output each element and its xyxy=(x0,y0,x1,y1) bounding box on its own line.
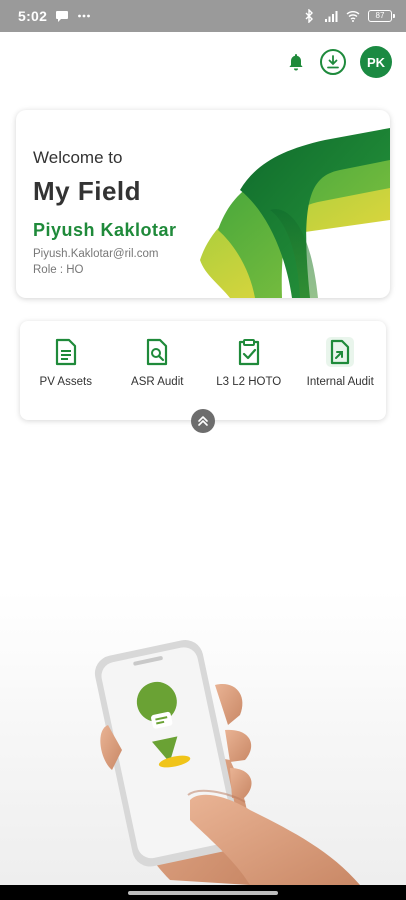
quick-actions-card: PV Assets ASR Audit L3 L2 HOTO Internal … xyxy=(20,321,386,420)
action-label: Internal Audit xyxy=(306,376,374,388)
action-pv-assets[interactable]: PV Assets xyxy=(20,321,112,420)
app-name: My Field xyxy=(33,176,142,206)
action-asr-audit[interactable]: ASR Audit xyxy=(112,321,204,420)
status-bar: 5:02 87 xyxy=(0,0,406,32)
collapse-button[interactable] xyxy=(191,409,215,433)
user-role: Role : HO xyxy=(33,264,84,276)
signal-icon xyxy=(325,11,338,22)
search-document-icon xyxy=(147,338,168,366)
welcome-card: Welcome to My Field Piyush Kaklotar Piyu… xyxy=(16,110,390,298)
download-button[interactable] xyxy=(320,49,346,75)
action-l3-l2-hoto[interactable]: L3 L2 HOTO xyxy=(203,321,295,420)
home-gesture-bar[interactable] xyxy=(128,890,278,895)
action-label: L3 L2 HOTO xyxy=(216,376,282,388)
document-icon xyxy=(55,338,76,366)
document-arrow-icon xyxy=(331,339,350,365)
avatar[interactable]: PK xyxy=(360,46,392,78)
wifi-icon xyxy=(346,11,360,22)
user-email: Piyush.Kaklotar@ril.com xyxy=(33,248,159,260)
user-name: Piyush Kaklotar xyxy=(33,220,177,240)
download-icon xyxy=(327,55,339,69)
bluetooth-icon xyxy=(305,9,313,23)
status-time: 5:02 xyxy=(18,8,48,24)
system-nav-bar xyxy=(0,885,406,900)
more-notifications-icon xyxy=(78,14,91,18)
welcome-greeting: Welcome to xyxy=(33,148,123,167)
brand-ribbon-graphic xyxy=(200,128,390,298)
action-internal-audit[interactable]: Internal Audit xyxy=(295,321,387,420)
notification-bell-icon[interactable] xyxy=(286,52,306,72)
action-label: PV Assets xyxy=(39,376,92,388)
hand-holding-phone-illustration xyxy=(0,590,406,885)
clipboard-check-icon xyxy=(238,339,259,366)
message-icon xyxy=(56,11,69,22)
action-label: ASR Audit xyxy=(131,376,184,388)
chevron-double-up-icon xyxy=(198,416,208,426)
top-actions: PK xyxy=(286,46,392,78)
battery-icon: 87 xyxy=(368,10,395,22)
